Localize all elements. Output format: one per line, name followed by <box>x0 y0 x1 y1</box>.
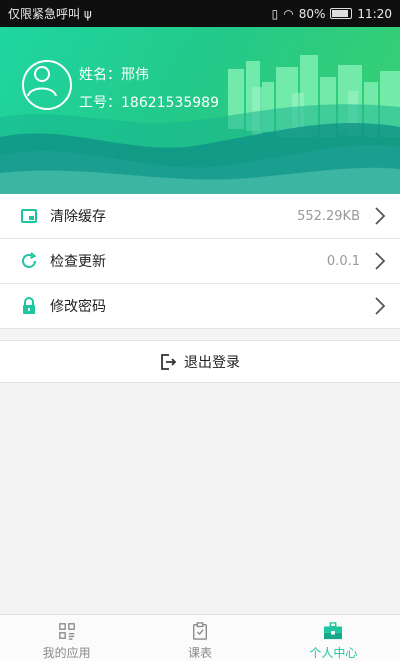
logout-button[interactable]: 退出登录 <box>0 340 400 383</box>
user-id: 工号：18621535989 <box>79 95 219 111</box>
chevron-right-icon <box>375 207 386 225</box>
logout-icon <box>161 353 176 370</box>
carrier-text: 仅限紧急呼叫 <box>8 7 81 21</box>
version-number: 0.0.1 <box>326 253 360 269</box>
refresh-icon <box>20 252 38 270</box>
avatar[interactable] <box>22 60 72 110</box>
vibrate-icon: ▯ <box>271 6 279 21</box>
tab-schedule[interactable]: 课表 <box>133 615 266 661</box>
battery-percent: 80% <box>298 6 326 21</box>
usb-icon: ψ <box>83 7 92 21</box>
cache-icon <box>20 207 38 225</box>
settings-menu: 清除缓存 552.29KB 检查更新 0.0.1 修改密码 <box>0 194 400 329</box>
menu-item-label: 清除缓存 <box>50 209 106 225</box>
tab-profile[interactable]: 个人中心 <box>267 615 400 661</box>
lock-icon <box>20 297 38 315</box>
menu-item-label: 检查更新 <box>50 254 106 270</box>
tab-label: 个人中心 <box>309 646 358 660</box>
clock: 11:20 <box>357 6 392 21</box>
user-info: 姓名：邢伟 工号：18621535989 <box>79 61 219 117</box>
logout-label: 退出登录 <box>184 354 240 371</box>
clipboard-check-icon <box>193 622 207 640</box>
status-left: 仅限紧急呼叫 ψ <box>8 5 92 22</box>
wifi-icon: ◠ <box>283 6 294 21</box>
menu-item-label: 修改密码 <box>50 299 106 315</box>
bottom-tab-bar: 我的应用 课表 个人中心 <box>0 614 400 661</box>
cache-size: 552.29KB <box>297 208 360 224</box>
menu-item-clear-cache[interactable]: 清除缓存 552.29KB <box>0 194 400 239</box>
grid-icon <box>58 623 75 640</box>
tab-label: 课表 <box>187 646 212 660</box>
profile-header: 姓名：邢伟 工号：18621535989 <box>0 27 400 194</box>
briefcase-icon <box>324 622 343 640</box>
tab-label: 我的应用 <box>42 646 91 660</box>
battery-icon <box>330 8 353 19</box>
chevron-right-icon <box>375 297 386 315</box>
menu-item-change-password[interactable]: 修改密码 <box>0 284 400 329</box>
tab-my-apps[interactable]: 我的应用 <box>0 615 133 661</box>
status-right: ▯ ◠ 80% 11:20 <box>272 7 392 21</box>
menu-item-check-update[interactable]: 检查更新 0.0.1 <box>0 239 400 284</box>
user-name: 姓名：邢伟 <box>79 67 149 83</box>
status-bar: 仅限紧急呼叫 ψ ▯ ◠ 80% 11:20 <box>0 0 400 27</box>
user-icon <box>27 66 57 97</box>
chevron-right-icon <box>375 252 386 270</box>
